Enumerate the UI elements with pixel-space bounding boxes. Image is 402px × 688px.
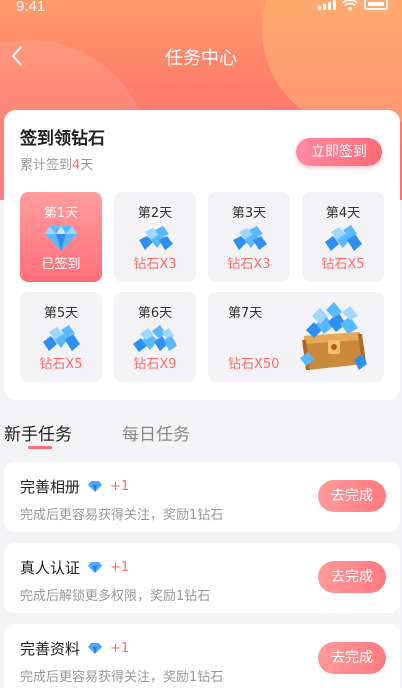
active-tab-indicator [28,446,52,449]
task-description: 完成后更容易获得关注，奖励1钻石 [20,670,224,685]
day-reward: 已签到 [41,257,81,272]
task-title: 完善相册 +1 [20,476,129,497]
status-bar: 9:41 [0,0,402,20]
day-card-3: 第3天 钻石X3 [208,192,290,282]
diamond-icon [45,226,77,251]
treasure-chest-icon [300,302,367,370]
sign-in-title: 签到领钻石 [20,129,105,149]
status-time: 9:41 [16,0,46,15]
diamond-pile-icon [325,225,362,251]
signal-icon [318,0,336,10]
subtitle-suffix: 天 [80,158,94,173]
sign-in-card: 签到领钻石 累计签到4天 立即签到 第1天 已签到 第2天 钻石X3 第3天 钻… [4,110,400,400]
task-item: 完善资料 +1 完成后更容易获得关注，奖励1钻石 去完成 [4,624,400,688]
diamond-icon [88,643,103,654]
diamond-icon [88,481,103,492]
tab-newbie-tasks[interactable]: 新手任务 [4,420,72,445]
day-card-4: 第4天 钻石X5 [302,192,384,282]
sign-in-subtitle: 累计签到4天 [20,154,93,173]
go-complete-button[interactable]: 去完成 [318,561,386,593]
task-title: 真人认证 +1 [20,557,129,578]
day-card-6: 第6天 钻石X9 [114,292,196,382]
nav-bar: 任务中心 [0,36,402,76]
day-reward: 钻石X50 [228,357,280,372]
task-item: 真人认证 +1 完成后解锁更多权限，奖励1钻石 去完成 [4,543,400,613]
diamond-pile-icon [43,325,80,351]
go-complete-button[interactable]: 去完成 [318,480,386,512]
day-label: 第1天 [43,206,79,221]
task-name: 完善相册 [20,478,81,496]
go-complete-button[interactable]: 去完成 [318,642,386,674]
task-name: 完善资料 [20,640,81,658]
task-item: 完善相册 +1 完成后更容易获得关注，奖励1钻石 去完成 [4,462,400,532]
day-card-5: 第5天 钻石X5 [20,292,102,382]
day-reward: 钻石X5 [39,357,83,372]
status-icons [318,0,388,12]
subtitle-prefix: 累计签到 [20,158,73,173]
diamond-pile-icon [233,226,267,250]
day-label: 第2天 [137,206,173,221]
diamond-pile-icon [139,226,173,250]
task-tabs: 新手任务 每日任务 [0,420,402,460]
day-reward: 钻石X5 [321,257,365,272]
day-label: 第3天 [231,206,267,221]
day-reward: 钻石X9 [133,357,177,372]
day-label: 第7天 [228,306,263,321]
day-card-1: 第1天 已签到 [20,192,102,282]
task-title: 完善资料 +1 [20,638,129,659]
diamond-icon [88,562,103,573]
diamond-pile-icon [133,325,177,352]
day-label: 第6天 [137,306,173,321]
day-card-2: 第2天 钻石X3 [114,192,196,282]
day-card-7: 第7天 钻石X50 [208,292,384,382]
task-bonus: +1 [110,479,130,494]
day-label: 第4天 [325,206,361,221]
page-title: 任务中心 [165,48,237,69]
task-description: 完成后更容易获得关注，奖励1钻石 [20,508,224,523]
battery-icon [364,0,388,10]
wifi-icon [342,0,358,11]
task-bonus: +1 [110,560,130,575]
sign-in-button[interactable]: 立即签到 [296,138,382,166]
task-name: 真人认证 [20,559,81,577]
task-description: 完成后解锁更多权限，奖励1钻石 [20,589,211,604]
day-reward: 钻石X3 [133,257,177,272]
tab-daily-tasks[interactable]: 每日任务 [122,420,190,445]
task-bonus: +1 [110,641,130,656]
day-reward: 钻石X3 [227,257,271,272]
day-label: 第5天 [43,306,79,321]
